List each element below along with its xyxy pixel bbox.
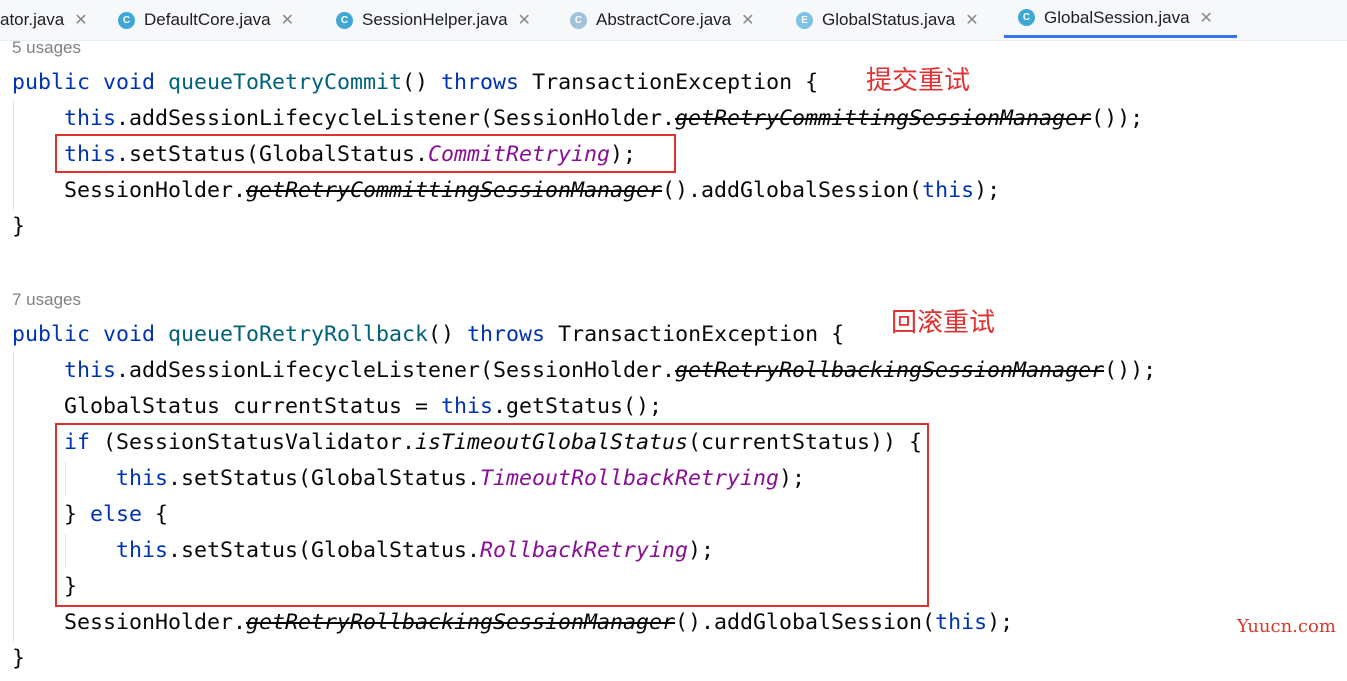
- tab-global-session[interactable]: C GlobalSession.java ✕: [1004, 0, 1237, 38]
- tab-validator[interactable]: ator.java ✕: [0, 0, 88, 40]
- close-icon[interactable]: ✕: [518, 10, 531, 30]
- close-icon[interactable]: ✕: [74, 10, 87, 30]
- enum-icon: E: [796, 11, 813, 29]
- close-icon[interactable]: ✕: [965, 10, 978, 30]
- indent-guide: [13, 100, 14, 210]
- code-line[interactable]: public void queueToRetryRollback() throw…: [12, 317, 844, 353]
- code-line[interactable]: GlobalStatus currentStatus = this.getSta…: [64, 389, 662, 425]
- code-line[interactable]: }: [12, 209, 25, 245]
- tab-abstract-core[interactable]: C AbstractCore.java ✕: [570, 0, 755, 40]
- tab-session-helper[interactable]: C SessionHelper.java ✕: [336, 0, 531, 40]
- tab-default-core[interactable]: C DefaultCore.java ✕: [118, 0, 294, 40]
- tab-label: AbstractCore.java: [596, 10, 732, 29]
- tab-label: ator.java: [0, 10, 65, 29]
- indent-guide: [13, 352, 14, 642]
- usages-hint[interactable]: 5 usages: [12, 38, 81, 58]
- highlight-box: [55, 134, 676, 173]
- tab-label: DefaultCore.java: [144, 10, 271, 29]
- abstract-class-icon: C: [570, 11, 587, 29]
- close-icon[interactable]: ✕: [281, 10, 294, 30]
- close-icon[interactable]: ✕: [741, 10, 754, 30]
- class-icon: C: [118, 11, 135, 29]
- code-line[interactable]: public void queueToRetryCommit() throws …: [12, 65, 818, 101]
- code-line[interactable]: SessionHolder.getRetryRollbackingSession…: [64, 605, 1013, 641]
- tab-global-status[interactable]: E GlobalStatus.java ✕: [796, 0, 979, 40]
- code-line[interactable]: this.addSessionLifecycleListener(Session…: [64, 101, 1143, 137]
- highlight-box: [55, 423, 929, 607]
- code-line[interactable]: SessionHolder.getRetryCommittingSessionM…: [64, 173, 1000, 209]
- watermark: Yuucn.com: [1237, 616, 1336, 637]
- usages-hint[interactable]: 7 usages: [12, 290, 81, 310]
- tab-label: GlobalStatus.java: [822, 10, 956, 29]
- editor-tab-bar: ator.java ✕ C DefaultCore.java ✕ C Sessi…: [0, 0, 1347, 41]
- tab-label: GlobalSession.java: [1044, 7, 1190, 27]
- close-icon[interactable]: ✕: [1200, 8, 1213, 28]
- annotation-rollback-retry: 回滚重试: [891, 308, 996, 338]
- tab-label: SessionHelper.java: [362, 10, 508, 29]
- class-icon: C: [336, 11, 353, 29]
- code-line[interactable]: }: [12, 641, 25, 677]
- class-icon: C: [1018, 9, 1035, 26]
- annotation-commit-retry: 提交重试: [866, 66, 971, 96]
- code-line[interactable]: this.addSessionLifecycleListener(Session…: [64, 353, 1156, 389]
